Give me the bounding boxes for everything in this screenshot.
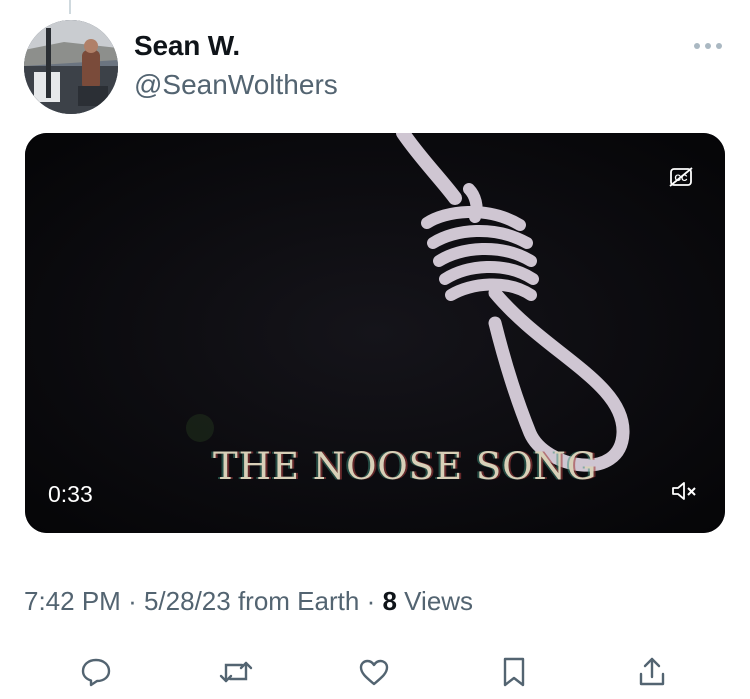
tweet-date[interactable]: 5/28/23 [144,586,231,616]
meta-separator: · [128,586,137,616]
video-player[interactable]: THE NOOSE SONG [25,133,725,533]
views-label[interactable]: Views [404,586,473,616]
reply-button[interactable] [76,652,116,692]
video-duration: 0:33 [48,481,93,507]
captions-button[interactable]: CC [668,166,694,188]
heart-icon [359,659,389,686]
more-dots-icon [694,43,722,49]
like-button[interactable] [354,652,394,692]
author-display-name[interactable]: Sean W. [134,30,240,62]
meta-separator: · [366,586,376,616]
views-count[interactable]: 8 [382,586,396,616]
tweet-source: from Earth [237,586,360,616]
retweet-icon [219,661,253,683]
avatar-photo [24,20,118,114]
bookmark-button[interactable] [494,652,534,692]
share-button[interactable] [632,652,672,692]
video-title-overlay: THE NOOSE SONG [213,445,598,488]
tweet-time[interactable]: 7:42 PM [24,586,121,616]
thread-connector-line [69,0,71,14]
share-icon [639,657,665,686]
reply-icon [81,658,111,687]
cc-off-icon: CC [669,167,693,187]
tweet-actions-bar [0,652,750,696]
author-handle[interactable]: @SeanWolthers [134,69,338,101]
tweet-meta: 7:42 PM · 5/28/23 from Earth · 8 Views [24,586,473,617]
retweet-button[interactable] [216,652,256,692]
more-options-button[interactable] [690,34,726,58]
muted-speaker-icon [672,482,696,500]
avatar[interactable] [24,20,118,114]
bookmark-icon [503,657,525,687]
mute-button[interactable] [670,480,698,502]
